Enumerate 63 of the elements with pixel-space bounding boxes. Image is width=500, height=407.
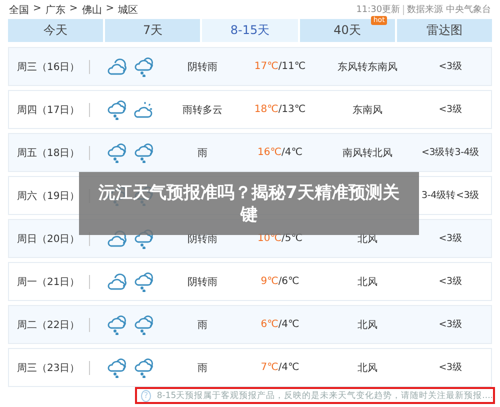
day-label: 周三（16日） — [16, 60, 81, 74]
wind-level: 3-4级转<3级 — [422, 189, 480, 202]
rain-cloud-icon — [132, 56, 154, 76]
rain-cloud-icon — [132, 314, 154, 334]
day-label: 周六（19日） — [16, 190, 81, 202]
temperature: 7℃/4℃ — [260, 362, 300, 373]
wind-direction: 北风 — [358, 362, 378, 374]
weather-text: 雨 — [198, 318, 208, 332]
day-label: 周三（23日） — [16, 362, 81, 374]
temperature: 6℃/4℃ — [260, 319, 300, 330]
day-label: 周一（21日） — [16, 276, 81, 288]
wind-level: <3级 — [438, 103, 462, 116]
data-source: 数据来源 中央气象台 — [407, 4, 491, 16]
weather-text: 阴转雨 — [188, 60, 218, 74]
wind-direction: 东风转东南风 — [338, 60, 398, 74]
rain-cloud-icon — [132, 358, 154, 378]
weather-text: 雨 — [198, 146, 208, 160]
temperature: 9℃/6℃ — [260, 276, 300, 287]
rain-cloud-icon — [132, 142, 154, 162]
wind-level: <3级 — [438, 318, 462, 331]
rain-cloud-icon — [106, 100, 128, 120]
wind-direction: 北风 — [358, 318, 378, 332]
tab[interactable]: 7天 — [105, 19, 200, 42]
weather-text: 阴转雨 — [188, 232, 218, 246]
wind-direction: 东南风 — [352, 104, 382, 116]
wind-direction: 北风 — [358, 276, 378, 288]
wind-level: <3级 — [438, 60, 462, 73]
notice-text: 8-15天预报属于客观预报产品，反映的是未来天气变化趋势，请随时关注最新预报.... — [156, 390, 493, 402]
rain-cloud-icon — [106, 142, 128, 162]
temperature: 17℃/11℃ — [254, 61, 306, 72]
wind-level: <3级转3-4级 — [422, 146, 480, 159]
breadcrumb-separator: > — [106, 2, 114, 16]
rain-cloud-icon — [106, 314, 128, 334]
cloud-icon — [106, 272, 128, 292]
breadcrumb-separator: > — [69, 2, 78, 16]
temperature: 18℃/13℃ — [254, 104, 306, 115]
rain-cloud-icon — [132, 272, 154, 292]
wind-level: <3级 — [438, 361, 462, 374]
rain-cloud-icon — [106, 358, 128, 378]
update-time: 11:30更新 — [356, 4, 400, 16]
breadcrumb-link[interactable]: 广东 — [45, 2, 66, 16]
wind-level: <3级 — [438, 275, 462, 288]
day-label: 周二（22日） — [16, 318, 81, 332]
weather-text: 雨转多云 — [182, 104, 222, 116]
day-label: 周五（18日） — [16, 146, 81, 160]
weather-text: 阴转雨 — [188, 276, 218, 288]
wind-direction: 北风 — [358, 232, 378, 246]
tab[interactable]: 雷达图 — [396, 19, 492, 42]
tab[interactable]: 8-15天 — [202, 19, 298, 42]
sun-cloud-icon — [132, 100, 154, 120]
wind-direction: 南风转北风 — [342, 146, 392, 160]
tab[interactable]: 今天 — [8, 19, 104, 42]
overlay-caption: 沅江天气预报准吗？揭秘7天精准预测关键 — [79, 172, 419, 235]
breadcrumb-separator: > — [33, 2, 42, 16]
weather-text: 雨 — [198, 362, 208, 374]
wind-level: <3级 — [438, 232, 462, 245]
temperature: 16℃/4℃ — [258, 147, 302, 158]
day-label: 周四（17日） — [16, 104, 81, 116]
cloud-icon — [106, 56, 128, 76]
breadcrumb-link[interactable]: 佛山 — [82, 2, 102, 16]
temperature: 10℃/5℃ — [258, 233, 302, 244]
breadcrumb-link[interactable]: 全国 — [9, 2, 29, 16]
day-label: 周日（20日） — [16, 232, 81, 246]
